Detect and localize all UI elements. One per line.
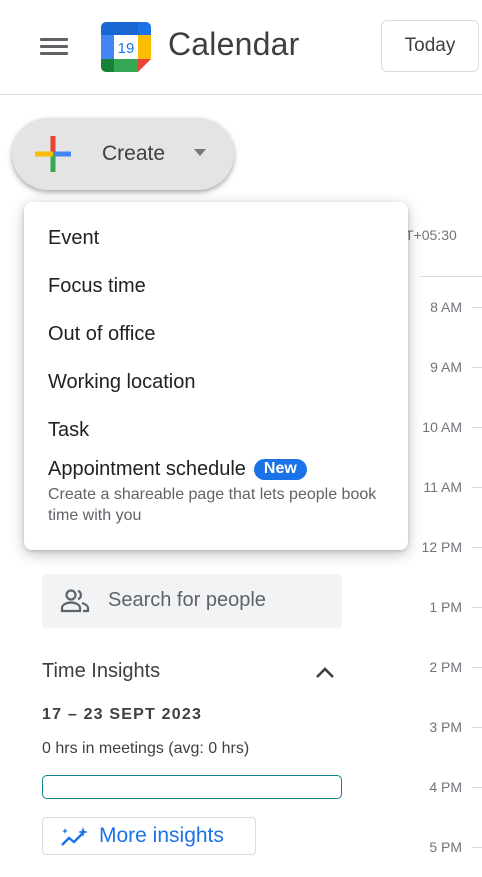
menu-item-out-of-office[interactable]: Out of office	[48, 323, 155, 346]
hour-tick	[472, 427, 482, 428]
header-divider	[0, 94, 482, 95]
logo-day-number: 19	[118, 40, 135, 57]
meetings-progress-bar	[42, 775, 342, 799]
hour-label: 4 PM	[429, 779, 462, 795]
hour-tick	[472, 847, 482, 848]
people-icon	[60, 588, 90, 614]
create-label: Create	[102, 142, 166, 165]
hour-tick	[472, 727, 482, 728]
today-button[interactable]: Today	[381, 20, 479, 72]
hour-label: 8 AM	[430, 299, 462, 315]
meetings-summary: 0 hrs in meetings (avg: 0 hrs)	[42, 740, 250, 757]
sparkle-chart-icon	[59, 826, 89, 848]
hour-tick	[472, 487, 482, 488]
plus-icon	[35, 136, 71, 172]
more-insights-button[interactable]: More insights	[42, 817, 256, 855]
main-menu-icon[interactable]	[40, 38, 68, 56]
hour-label: 12 PM	[421, 539, 462, 555]
new-badge: New	[253, 459, 307, 480]
create-menu: Event Focus time Out of office Working l…	[24, 202, 408, 550]
app-title: Calendar	[168, 26, 300, 62]
menu-item-appointment-schedule[interactable]: Appointment schedule New	[48, 458, 307, 481]
hour-tick	[472, 307, 482, 308]
hour-label: 11 AM	[423, 479, 462, 495]
hour-tick	[472, 787, 482, 788]
hour-tick	[472, 547, 482, 548]
hour-tick	[472, 667, 482, 668]
calendar-logo: 19	[101, 22, 151, 72]
appointment-schedule-label: Appointment schedule	[48, 458, 246, 480]
hour-label: 2 PM	[429, 659, 462, 675]
hour-tick	[472, 607, 482, 608]
menu-item-event[interactable]: Event	[48, 227, 99, 250]
search-people-input[interactable]: Search for people	[42, 574, 342, 628]
hour-label: 10 AM	[422, 419, 462, 435]
menu-item-focus-time[interactable]: Focus time	[48, 275, 146, 298]
menu-item-working-location[interactable]: Working location	[48, 371, 195, 394]
appointment-schedule-description: Create a shareable page that lets people…	[48, 486, 377, 524]
menu-item-task[interactable]: Task	[48, 419, 89, 442]
more-insights-label: More insights	[99, 824, 224, 847]
hour-label: 1 PM	[429, 599, 462, 615]
caret-down-icon	[194, 149, 206, 156]
hour-label: 3 PM	[429, 719, 462, 735]
insights-date-range: 17 – 23 SEPT 2023	[42, 706, 203, 723]
hour-tick	[472, 367, 482, 368]
search-placeholder: Search for people	[108, 589, 266, 611]
time-insights-title: Time Insights	[42, 660, 161, 682]
chevron-up-icon[interactable]	[312, 662, 338, 682]
grid-line	[420, 276, 482, 277]
timezone-label: T+05:30	[405, 227, 457, 243]
hour-label: 9 AM	[430, 359, 462, 375]
create-button[interactable]: Create	[12, 118, 234, 190]
hour-label: 5 PM	[429, 839, 462, 855]
